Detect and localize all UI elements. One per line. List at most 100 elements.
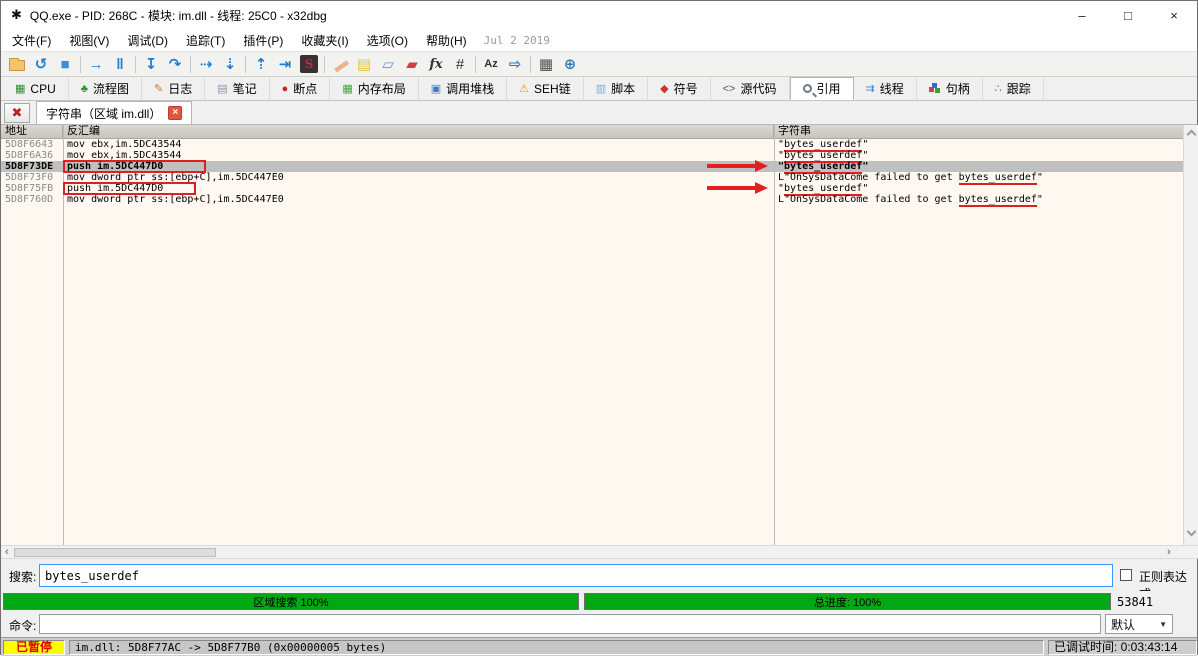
step-over-icon[interactable]: ↷ xyxy=(163,53,187,75)
labels-icon[interactable]: ▱ xyxy=(376,53,400,75)
string-cell: "bytes_userdef" xyxy=(774,183,1183,194)
tab-memory-map[interactable]: ▦内存布局 xyxy=(330,77,418,100)
trace-over-icon[interactable]: ⇣ xyxy=(218,53,242,75)
string-post: " xyxy=(862,183,868,194)
toolbar-separator xyxy=(324,56,325,73)
step-into-icon[interactable]: ↧ xyxy=(139,53,163,75)
functions-icon[interactable]: fx xyxy=(424,53,448,75)
build-date: Jul 2 2019 xyxy=(484,34,550,47)
search-input[interactable] xyxy=(39,564,1113,587)
maximize-button[interactable]: □ xyxy=(1105,1,1151,29)
table-row[interactable]: 5D8F6643 mov ebx,im.5DC43544 "bytes_user… xyxy=(1,139,1183,150)
address-cell: 5D8F75FB xyxy=(1,183,63,194)
horizontal-scrollbar[interactable]: ‹ › xyxy=(1,545,1198,559)
bookmarks-icon[interactable]: ▰ xyxy=(400,53,424,75)
address-cell: 5D8F73F0 xyxy=(1,172,63,183)
scrollbar-thumb[interactable] xyxy=(14,548,216,557)
close-button[interactable]: × xyxy=(1151,1,1197,29)
minimize-button[interactable]: – xyxy=(1059,1,1105,29)
text-case-icon[interactable]: Az xyxy=(479,53,503,75)
stop-icon[interactable]: ■ xyxy=(53,53,77,75)
menu-help[interactable]: 帮助(H) xyxy=(417,32,476,49)
run-icon[interactable]: → xyxy=(84,53,108,75)
tab-trace[interactable]: ∴跟踪 xyxy=(983,77,1044,100)
string-pre: L"OnSysDataCome failed to get xyxy=(778,194,959,205)
menu-view[interactable]: 视图(V) xyxy=(60,32,118,49)
column-header-address[interactable]: 地址 xyxy=(1,125,63,138)
scroll-right-icon[interactable]: › xyxy=(1167,546,1171,558)
scroll-up-icon[interactable] xyxy=(1187,130,1197,140)
hash-icon[interactable]: # xyxy=(448,53,472,75)
subtab-strings-region[interactable]: 字符串（区域 im.dll） × xyxy=(36,101,192,124)
tab-handles[interactable]: 句柄 xyxy=(917,77,983,100)
toolbar-separator xyxy=(245,56,246,73)
subtab-label: 字符串（区域 im.dll） xyxy=(46,105,161,122)
tab-seh[interactable]: ⚠SEH链 xyxy=(507,77,584,100)
pause-icon[interactable]: ‖ xyxy=(108,53,132,75)
tab-graph[interactable]: ♣流程图 xyxy=(69,77,142,100)
subtab-close-icon[interactable]: × xyxy=(168,106,182,120)
menu-file[interactable]: 文件(F) xyxy=(3,32,60,49)
tab-breakpoints[interactable]: ●断点 xyxy=(270,77,331,100)
title-bar[interactable]: ✱ QQ.exe - PID: 268C - 模块: im.dll - 线程: … xyxy=(1,1,1197,29)
scroll-left-icon[interactable]: ‹ xyxy=(5,546,9,558)
string-post: " xyxy=(862,150,868,161)
folder-glyph xyxy=(9,60,25,71)
tab-log[interactable]: ✎日志 xyxy=(142,77,205,100)
tab-threads[interactable]: ⇉线程 xyxy=(854,77,917,100)
functions-glyph: fx xyxy=(429,57,442,72)
notes-icon: ▤ xyxy=(217,82,227,95)
command-row: 命令: 默认 ▼ xyxy=(1,611,1197,637)
menu-favourites[interactable]: 收藏夹(I) xyxy=(292,32,357,49)
trace-into-icon[interactable]: ⇢ xyxy=(194,53,218,75)
scylla-icon[interactable]: S xyxy=(297,53,321,75)
internet-globe-icon[interactable]: ⊕ xyxy=(558,53,582,75)
menu-plugins[interactable]: 插件(P) xyxy=(234,32,292,49)
status-bar: 已暂停 im.dll: 5D8F77AC -> 5D8F77B0 (0x0000… xyxy=(1,637,1197,656)
profile-dropdown[interactable]: 默认 ▼ xyxy=(1105,614,1173,634)
progress-row: 区域搜索 100% 总进度: 100% 53841 xyxy=(1,591,1197,611)
toolbar-separator xyxy=(135,56,136,73)
tab-notes[interactable]: ▤笔记 xyxy=(205,77,269,100)
execute-till-return-icon[interactable]: ⇡ xyxy=(249,53,273,75)
column-header-string[interactable]: 字符串 xyxy=(774,125,1183,138)
total-progress-label: 总进度: 100% xyxy=(814,594,881,610)
close-all-references-button[interactable]: ✖ xyxy=(4,103,30,123)
tab-label: 线程 xyxy=(880,80,904,97)
tab-references[interactable]: 引用 xyxy=(790,77,854,100)
address-cell: 5D8F73DE xyxy=(1,161,63,172)
calculator-icon[interactable]: ▦ xyxy=(534,53,558,75)
menu-options[interactable]: 选项(O) xyxy=(358,32,417,49)
toolbar-separator xyxy=(80,56,81,73)
open-folder-icon[interactable] xyxy=(5,53,29,75)
tab-cpu[interactable]: ▦CPU xyxy=(3,77,69,100)
x32dbg-window: ✱ QQ.exe - PID: 268C - 模块: im.dll - 线程: … xyxy=(0,0,1198,655)
scroll-down-icon[interactable] xyxy=(1187,527,1197,537)
status-message: im.dll: 5D8F77AC -> 5D8F77B0 (0x00000005… xyxy=(69,640,1044,655)
string-cell: "bytes_userdef" xyxy=(774,139,1183,150)
restart-icon[interactable]: ↺ xyxy=(29,53,53,75)
string-post: " xyxy=(1037,194,1043,205)
search-match: bytes_userdef xyxy=(959,194,1037,207)
annotation-arrow xyxy=(707,160,769,172)
tab-script[interactable]: ▥脚本 xyxy=(584,77,648,100)
tab-call-stack[interactable]: ▣调用堆栈 xyxy=(419,77,507,100)
module-device-icon[interactable]: ⇨ xyxy=(503,53,527,75)
regex-checkbox[interactable] xyxy=(1120,569,1132,581)
run-to-user-code-icon[interactable]: ⇥ xyxy=(273,53,297,75)
menu-trace[interactable]: 追踪(T) xyxy=(177,32,234,49)
vertical-scrollbar[interactable] xyxy=(1183,125,1198,545)
command-input[interactable] xyxy=(39,614,1101,634)
memory-chip-icon: ▦ xyxy=(342,82,352,95)
column-divider xyxy=(774,125,775,545)
tab-symbols[interactable]: ◆符号 xyxy=(648,77,710,100)
column-header-disassembly[interactable]: 反汇编 xyxy=(63,125,774,138)
table-row[interactable]: 5D8F760D mov dword ptr ss:[ebp+C],im.5DC… xyxy=(1,194,1183,205)
menu-debug[interactable]: 调试(D) xyxy=(118,32,177,49)
patch-icon[interactable]: ▬ xyxy=(328,53,352,75)
comments-icon[interactable]: ▤ xyxy=(352,53,376,75)
search-row: 搜索: 正则表达式 xyxy=(1,559,1197,591)
tab-source[interactable]: <>源代码 xyxy=(711,77,790,100)
annotation-box xyxy=(63,160,206,173)
tab-label: 日志 xyxy=(168,80,192,97)
